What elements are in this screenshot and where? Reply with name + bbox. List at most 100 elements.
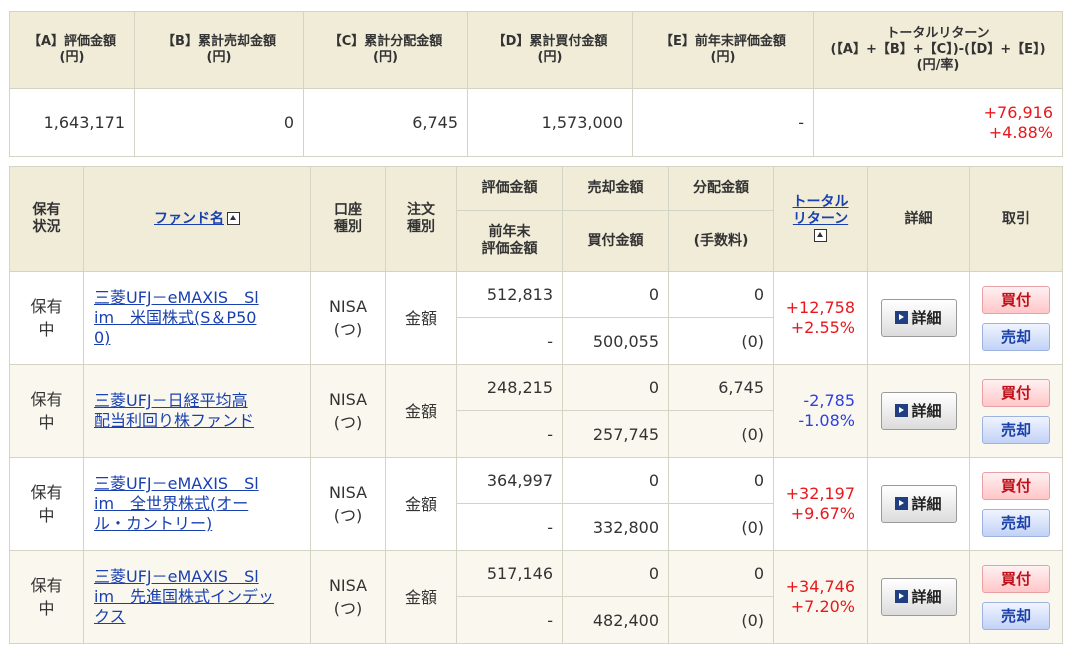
holding-valuation: 517,146 bbox=[456, 550, 563, 597]
holding-detail-cell: 詳細 bbox=[867, 271, 970, 365]
fund-name-link[interactable]: 三菱UFJ－日経平均高 配当利回り株ファンド bbox=[94, 391, 254, 430]
header-trade: 取引 bbox=[969, 166, 1063, 272]
holding-account: NISA (つ) bbox=[310, 457, 386, 551]
holding-row: 保有中 三菱UFJ－日経平均高 配当利回り株ファンド NISA (つ) 金額 248… bbox=[9, 364, 1063, 458]
summary-value-c: 6,745 bbox=[303, 88, 468, 157]
holding-fee: (0) bbox=[668, 503, 774, 551]
header-prev-valuation: 前年末 評価金額 bbox=[456, 210, 563, 272]
holdings-table: 保有 状況 ファンド名 口座 種別 注文 種別 評価金額 売却金額 分配金額 トータル… bbox=[9, 166, 1063, 644]
summary-header-e: 【E】前年末評価金額 (円) bbox=[632, 11, 814, 89]
summary-table: 【A】評価金額 (円) 【B】累計売却金額 (円) 【C】累計分配金額 (円) 【D】… bbox=[9, 11, 1063, 157]
holding-purchase: 482,400 bbox=[562, 596, 669, 644]
holding-trade-cell: 買付 売却 bbox=[969, 271, 1063, 365]
fund-name-link[interactable]: 三菱UFJ－eMAXIS Sl im 先進国株式インデッ クス bbox=[94, 567, 274, 626]
buy-button[interactable]: 買付 bbox=[982, 285, 1050, 314]
holding-purchase: 500,055 bbox=[562, 317, 669, 365]
holding-detail-cell: 詳細 bbox=[867, 364, 970, 458]
holdings-header-row-1: 保有 状況 ファンド名 口座 種別 注文 種別 評価金額 売却金額 分配金額 トータル… bbox=[9, 166, 1063, 272]
holding-detail-cell: 詳細 bbox=[867, 550, 970, 644]
fund-name-link[interactable]: 三菱UFJ－eMAXIS Sl im 全世界株式(オー ル・カントリー) bbox=[94, 474, 259, 533]
total-return-sort-link[interactable]: トータル リターン bbox=[793, 194, 849, 227]
holding-trade-cell: 買付 売却 bbox=[969, 457, 1063, 551]
holding-status: 保有中 bbox=[9, 271, 84, 365]
holding-trade-cell: 買付 売却 bbox=[969, 364, 1063, 458]
summary-value-b: 0 bbox=[134, 88, 304, 157]
holding-row: 保有中 三菱UFJ－eMAXIS Sl im 米国株式(S＆P50 0) NISA(… bbox=[9, 271, 1063, 365]
holding-prev-valuation: - bbox=[456, 317, 563, 365]
detail-button[interactable]: 詳細 bbox=[880, 392, 957, 430]
sell-button[interactable]: 売却 bbox=[982, 415, 1050, 444]
holding-status: 保有中 bbox=[9, 457, 84, 551]
sort-ascending-icon[interactable] bbox=[227, 212, 240, 225]
header-total-return[interactable]: トータル リターン bbox=[773, 166, 868, 272]
play-arrow-icon bbox=[895, 311, 909, 324]
holding-prev-valuation: - bbox=[456, 503, 563, 551]
holding-account: NISA (つ) bbox=[310, 550, 386, 644]
holding-total-return: +34,746 +7.20% bbox=[773, 550, 868, 644]
holding-fund-name[interactable]: 三菱UFJ－日経平均高 配当利回り株ファンド bbox=[83, 364, 311, 458]
buy-button[interactable]: 買付 bbox=[982, 378, 1050, 407]
summary-header-total-return: トータルリターン (【A】+【B】+【C】)-(【D】+【E】) (円/率) bbox=[813, 11, 1063, 89]
holding-fund-name[interactable]: 三菱UFJ－eMAXIS Sl im 全世界株式(オー ル・カントリー) bbox=[83, 457, 311, 551]
play-arrow-icon bbox=[895, 590, 909, 603]
detail-button[interactable]: 詳細 bbox=[880, 485, 957, 523]
fund-name-link[interactable]: 三菱UFJ－eMAXIS Sl im 米国株式(S＆P50 0) bbox=[94, 288, 259, 347]
summary-header-b: 【B】累計売却金額 (円) bbox=[134, 11, 304, 89]
summary-value-d: 1,573,000 bbox=[467, 88, 633, 157]
holding-fee: (0) bbox=[668, 317, 774, 365]
summary-header-a: 【A】評価金額 (円) bbox=[9, 11, 135, 89]
detail-button[interactable]: 詳細 bbox=[880, 299, 957, 337]
holding-prev-valuation: - bbox=[456, 596, 563, 644]
holding-fee: (0) bbox=[668, 410, 774, 458]
holding-sale: 0 bbox=[562, 271, 669, 318]
buy-button[interactable]: 買付 bbox=[982, 471, 1050, 500]
holding-detail-cell: 詳細 bbox=[867, 457, 970, 551]
holding-fund-name[interactable]: 三菱UFJ－eMAXIS Sl im 先進国株式インデッ クス bbox=[83, 550, 311, 644]
header-order: 注文 種別 bbox=[385, 166, 457, 272]
holding-account: NISA (つ) bbox=[310, 364, 386, 458]
play-arrow-icon bbox=[895, 497, 909, 510]
sell-button[interactable]: 売却 bbox=[982, 601, 1050, 630]
header-dividend: 分配金額 bbox=[668, 166, 774, 211]
fund-name-sort-link[interactable]: ファンド名 bbox=[154, 211, 224, 227]
holding-row: 保有中 三菱UFJ－eMAXIS Sl im 全世界株式(オー ル・カントリー) N… bbox=[9, 457, 1063, 551]
summary-value-row: 1,643,171 0 6,745 1,573,000 - +76,916 +4.… bbox=[9, 88, 1063, 157]
summary-header-row: 【A】評価金額 (円) 【B】累計売却金額 (円) 【C】累計分配金額 (円) 【D】… bbox=[9, 11, 1063, 89]
holding-sale: 0 bbox=[562, 457, 669, 504]
holding-status: 保有中 bbox=[9, 364, 84, 458]
header-fund-name[interactable]: ファンド名 bbox=[83, 166, 311, 272]
holding-order: 金額 bbox=[385, 550, 457, 644]
holding-account: NISA (つ) bbox=[310, 271, 386, 365]
header-detail: 詳細 bbox=[867, 166, 970, 272]
header-purchase: 買付金額 bbox=[562, 210, 669, 272]
detail-button[interactable]: 詳細 bbox=[880, 578, 957, 616]
holding-valuation: 248,215 bbox=[456, 364, 563, 411]
holding-trade-cell: 買付 売却 bbox=[969, 550, 1063, 644]
holding-dividend: 0 bbox=[668, 550, 774, 597]
summary-header-c: 【C】累計分配金額 (円) bbox=[303, 11, 468, 89]
holding-total-return: +32,197 +9.67% bbox=[773, 457, 868, 551]
holding-total-return: -2,785 -1.08% bbox=[773, 364, 868, 458]
holding-order: 金額 bbox=[385, 364, 457, 458]
holding-valuation: 512,813 bbox=[456, 271, 563, 318]
summary-header-d: 【D】累計買付金額 (円) bbox=[467, 11, 633, 89]
holding-fund-name[interactable]: 三菱UFJ－eMAXIS Sl im 米国株式(S＆P50 0) bbox=[83, 271, 311, 365]
buy-button[interactable]: 買付 bbox=[982, 564, 1050, 593]
holding-sale: 0 bbox=[562, 550, 669, 597]
header-valuation: 評価金額 bbox=[456, 166, 563, 211]
holding-valuation: 364,997 bbox=[456, 457, 563, 504]
sell-button[interactable]: 売却 bbox=[982, 322, 1050, 351]
summary-total-return-amount: +76,916 bbox=[983, 102, 1053, 122]
holding-order: 金額 bbox=[385, 271, 457, 365]
holding-status: 保有中 bbox=[9, 550, 84, 644]
holding-prev-valuation: - bbox=[456, 410, 563, 458]
sort-ascending-icon[interactable] bbox=[814, 229, 827, 242]
summary-value-e: - bbox=[632, 88, 814, 157]
holding-order: 金額 bbox=[385, 457, 457, 551]
holding-fee: (0) bbox=[668, 596, 774, 644]
header-status: 保有 状況 bbox=[9, 166, 84, 272]
holding-sale: 0 bbox=[562, 364, 669, 411]
sell-button[interactable]: 売却 bbox=[982, 508, 1050, 537]
header-sale: 売却金額 bbox=[562, 166, 669, 211]
holding-purchase: 257,745 bbox=[562, 410, 669, 458]
